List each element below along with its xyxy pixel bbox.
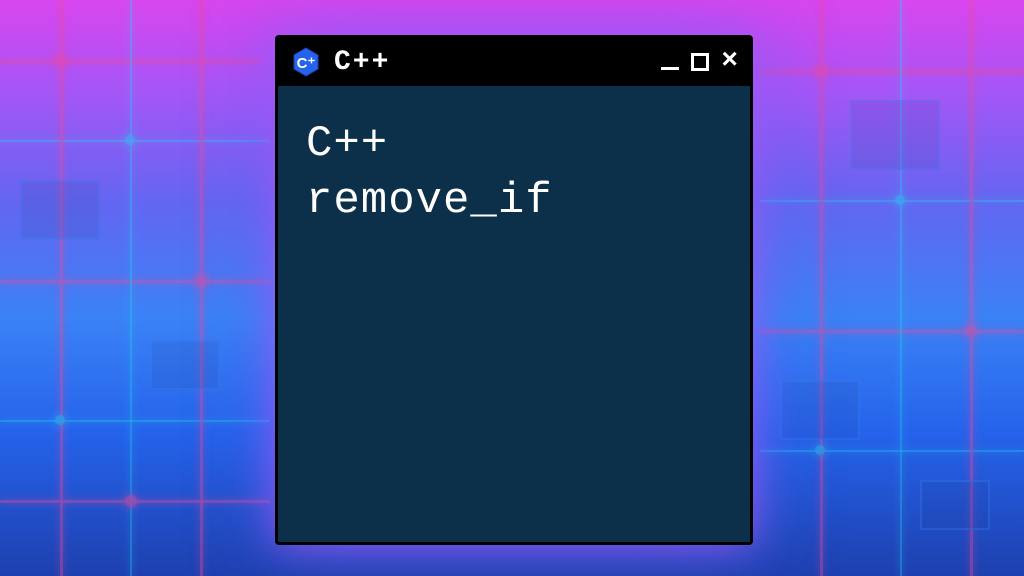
window-title: C++: [334, 47, 649, 78]
minimize-icon: [661, 67, 679, 70]
cpp-icon: C⁺: [290, 46, 322, 78]
minimize-button[interactable]: [661, 55, 679, 70]
close-button[interactable]: ×: [721, 48, 738, 76]
code-line-2: remove_if: [306, 173, 722, 230]
svg-text:C⁺: C⁺: [297, 55, 316, 72]
maximize-icon: [691, 53, 709, 71]
window-controls: ×: [661, 48, 738, 76]
window-body: C++ remove_if: [278, 86, 750, 260]
code-content: C++ remove_if: [306, 116, 722, 230]
code-line-1: C++: [306, 116, 722, 173]
terminal-window: C⁺ C++ × C++ remove_if: [275, 35, 753, 545]
window-titlebar[interactable]: C⁺ C++ ×: [278, 38, 750, 86]
close-icon: ×: [721, 48, 738, 76]
maximize-button[interactable]: [691, 53, 709, 71]
